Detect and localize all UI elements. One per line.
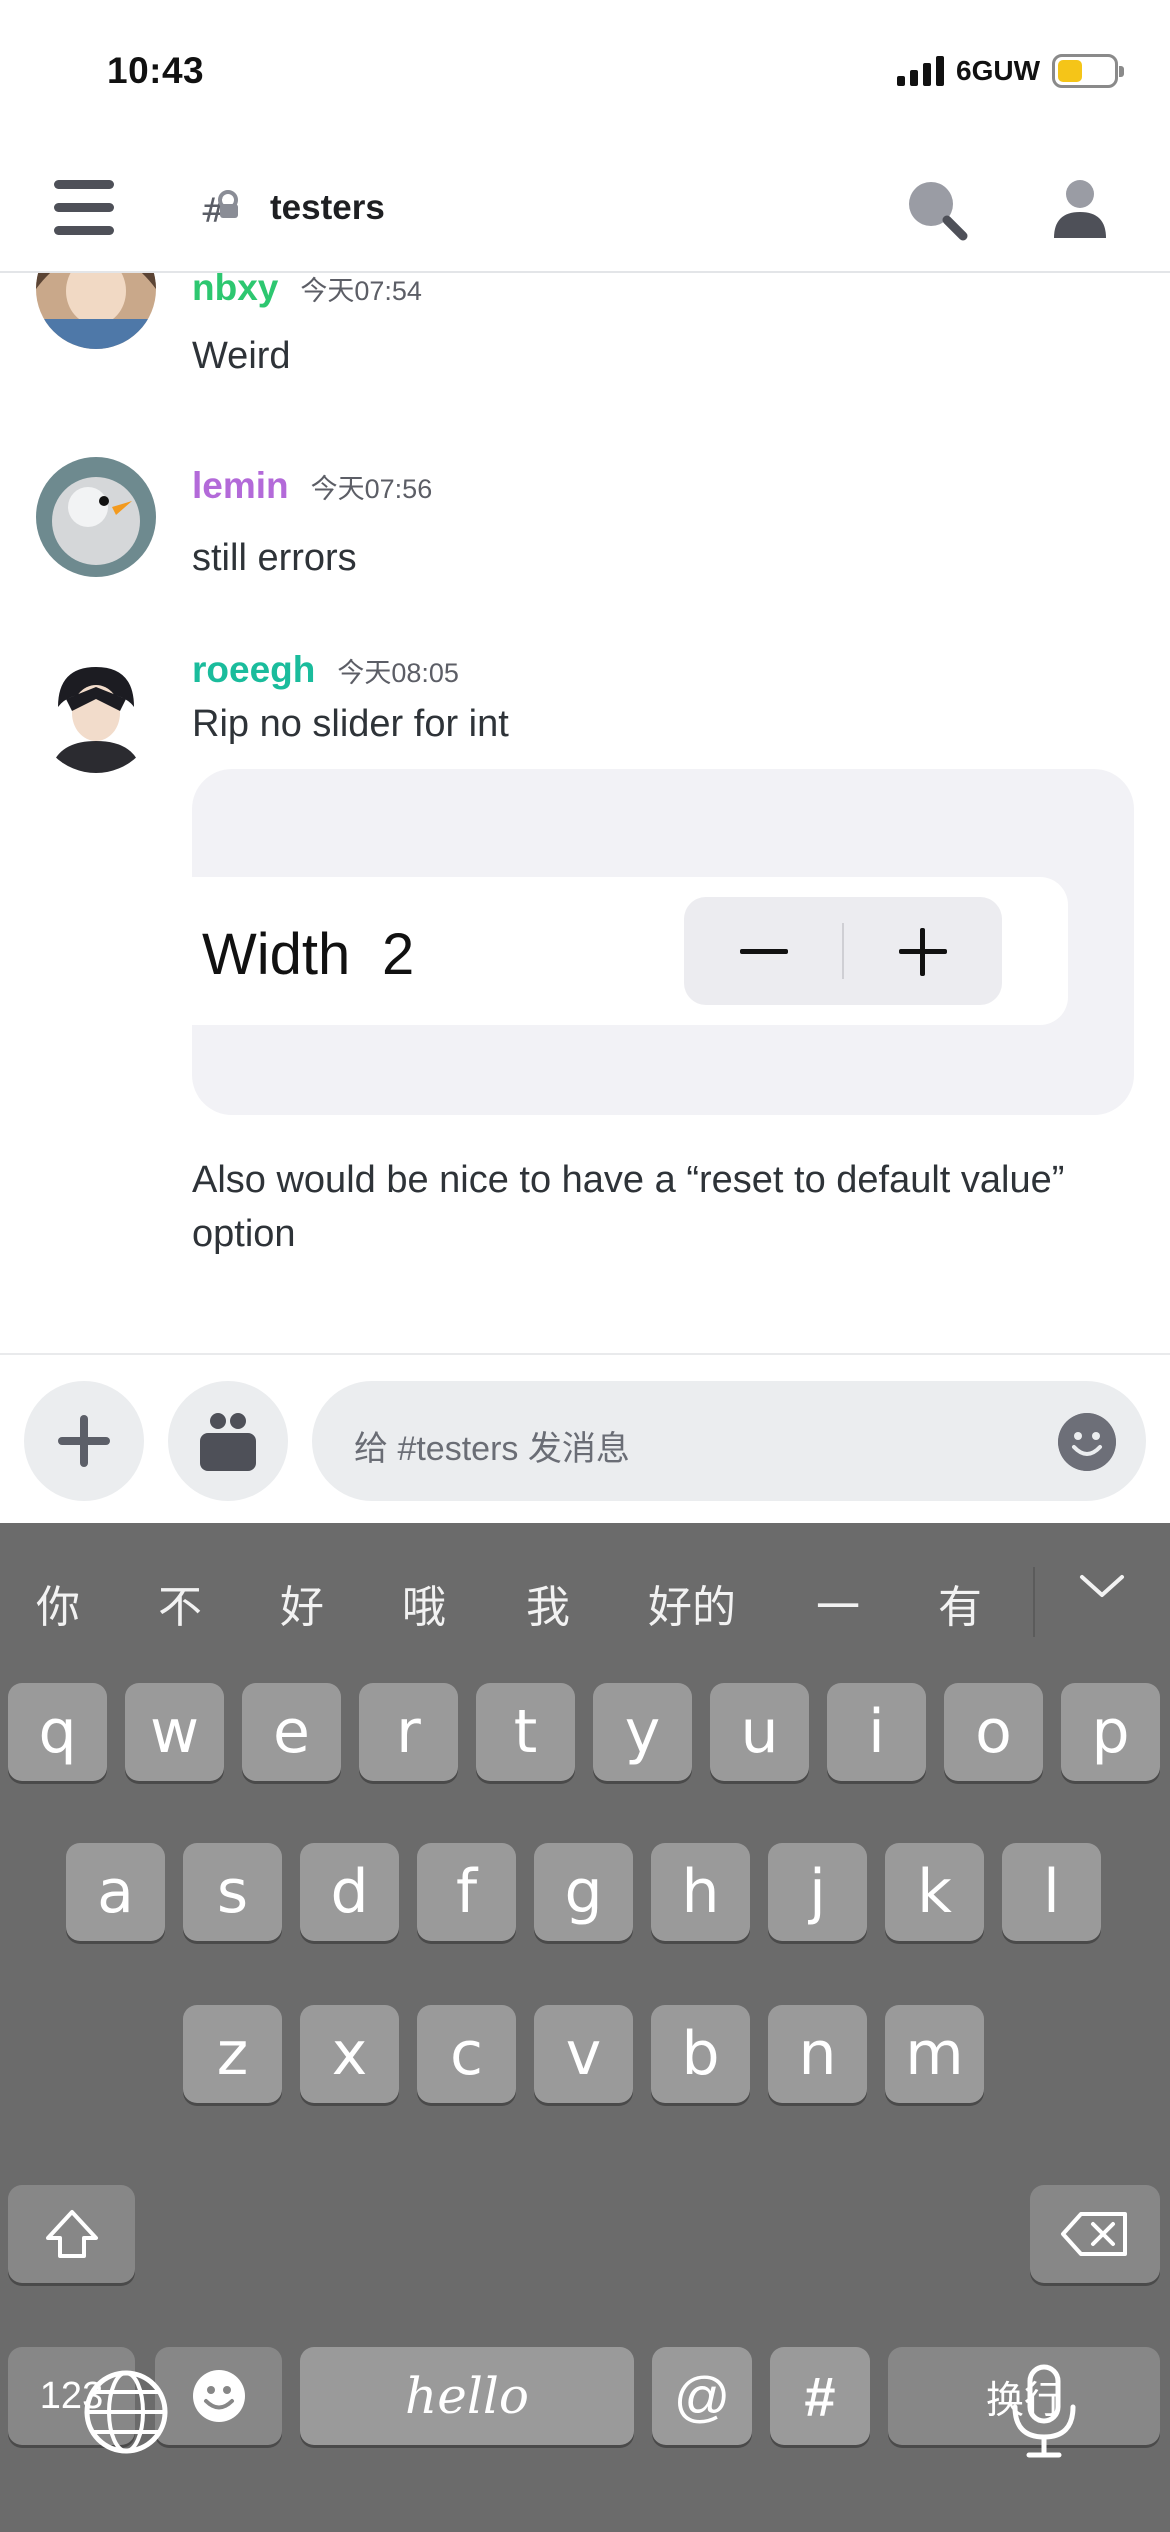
status-indicators: 6GUW — [897, 54, 1124, 88]
signal-icon — [897, 56, 944, 86]
key-n[interactable]: n — [768, 2005, 867, 2103]
candidate[interactable]: 好的 — [648, 1571, 736, 1635]
space-key[interactable]: hello — [300, 2347, 634, 2445]
key-d[interactable]: d — [300, 1843, 399, 1941]
key-j[interactable]: j — [768, 1843, 867, 1941]
message-input[interactable]: 给 #testers 发消息 — [312, 1381, 1146, 1501]
key-i[interactable]: i — [827, 1683, 926, 1781]
backspace-icon — [1061, 2212, 1127, 2256]
setting-label: Width — [202, 922, 351, 987]
candidate[interactable]: 有 — [938, 1571, 982, 1635]
add-attachment-button[interactable] — [24, 1381, 144, 1501]
network-label: 6GUW — [956, 55, 1040, 86]
key-g[interactable]: g — [534, 1843, 633, 1941]
avatar[interactable] — [36, 273, 156, 349]
emoji-icon[interactable] — [1058, 1413, 1116, 1471]
key-u[interactable]: u — [710, 1683, 809, 1781]
globe-icon[interactable] — [82, 2368, 170, 2456]
key-c[interactable]: c — [417, 2005, 516, 2103]
setting-row: Width 2 — [192, 877, 1068, 1025]
avatar[interactable] — [36, 457, 156, 577]
key-f[interactable]: f — [417, 1843, 516, 1941]
shift-icon — [45, 2210, 98, 2258]
timestamp: 今天07:56 — [310, 474, 433, 504]
backspace-key[interactable] — [1030, 2185, 1160, 2283]
message-header: lemin 今天07:56 — [192, 465, 432, 507]
composer-bar: 给 #testers 发消息 — [0, 1353, 1170, 1523]
username[interactable]: roeegh — [192, 649, 315, 691]
message-text: Rip no slider for int — [192, 703, 509, 745]
timestamp: 今天08:05 — [337, 658, 459, 688]
message-text: still errors — [192, 537, 357, 579]
candidate[interactable]: 我 — [526, 1571, 570, 1635]
message-input-placeholder: 给 #testers 发消息 — [354, 1430, 630, 1468]
key-t[interactable]: t — [476, 1683, 575, 1781]
gift-icon — [200, 1413, 256, 1471]
battery-icon — [1052, 54, 1124, 88]
width-stepper — [684, 897, 1002, 1005]
hamburger-menu-button[interactable] — [52, 178, 116, 238]
candidate[interactable]: 哦 — [402, 1571, 446, 1635]
message-header: nbxy 今天07:54 — [192, 273, 422, 309]
channel-header: # testers — [0, 150, 1170, 273]
key-y[interactable]: y — [593, 1683, 692, 1781]
key-l[interactable]: l — [1002, 1843, 1101, 1941]
key-h[interactable]: h — [651, 1843, 750, 1941]
message-list[interactable]: nbxy 今天07:54 Weird lemin 今天07:56 still e… — [0, 273, 1170, 1353]
image-attachment[interactable]: Width 2 — [192, 769, 1134, 1115]
key-k[interactable]: k — [885, 1843, 984, 1941]
key-z[interactable]: z — [183, 2005, 282, 2103]
channel-icon: # — [200, 190, 238, 231]
microphone-icon[interactable] — [1005, 2363, 1083, 2461]
at-key[interactable]: @ — [652, 2347, 752, 2445]
key-a[interactable]: a — [66, 1843, 165, 1941]
key-p[interactable]: p — [1061, 1683, 1160, 1781]
gift-button[interactable] — [168, 1381, 288, 1501]
hash-key[interactable]: # — [770, 2347, 870, 2445]
key-b[interactable]: b — [651, 2005, 750, 2103]
keyboard: 你 不 好 哦 我 好的 一 有 qwertyuiop asdfghjkl zx… — [0, 1523, 1170, 2532]
key-s[interactable]: s — [183, 1843, 282, 1941]
setting-value: 2 — [382, 922, 415, 987]
username[interactable]: nbxy — [192, 273, 278, 309]
message-header: roeegh 今天08:05 — [192, 649, 459, 691]
candidate-bar: 你 不 好 哦 我 好的 一 有 — [0, 1523, 1170, 1653]
candidate[interactable]: 一 — [816, 1571, 860, 1635]
candidate-divider — [1033, 1567, 1035, 1637]
username[interactable]: lemin — [192, 465, 289, 507]
candidate[interactable]: 不 — [158, 1571, 202, 1635]
plus-icon[interactable] — [844, 897, 1002, 1005]
key-q[interactable]: q — [8, 1683, 107, 1781]
emoji-icon — [192, 2370, 245, 2422]
minus-icon[interactable] — [684, 897, 842, 1005]
plus-icon — [58, 1415, 110, 1467]
key-r[interactable]: r — [359, 1683, 458, 1781]
message-text: Weird — [192, 335, 291, 377]
candidate[interactable]: 你 — [36, 1571, 80, 1635]
avatar[interactable] — [36, 653, 156, 773]
key-x[interactable]: x — [300, 2005, 399, 2103]
battery-fill — [1058, 60, 1083, 82]
message-text: Also would be nice to have a “reset to d… — [192, 1159, 1065, 1255]
key-e[interactable]: e — [242, 1683, 341, 1781]
key-o[interactable]: o — [944, 1683, 1043, 1781]
search-icon[interactable] — [903, 176, 969, 242]
status-bar: 10:43 6GUW — [0, 0, 1170, 150]
channel-name: testers — [270, 188, 385, 227]
key-m[interactable]: m — [885, 2005, 984, 2103]
status-time: 10:43 — [107, 50, 205, 91]
timestamp: 今天07:54 — [300, 276, 422, 306]
emoji-key[interactable] — [155, 2347, 282, 2445]
person-icon[interactable] — [1050, 176, 1110, 242]
key-v[interactable]: v — [534, 2005, 633, 2103]
candidate[interactable]: 好 — [280, 1571, 324, 1635]
shift-key[interactable] — [8, 2185, 135, 2283]
key-w[interactable]: w — [125, 1683, 224, 1781]
chevron-down-icon[interactable] — [1076, 1561, 1128, 1613]
